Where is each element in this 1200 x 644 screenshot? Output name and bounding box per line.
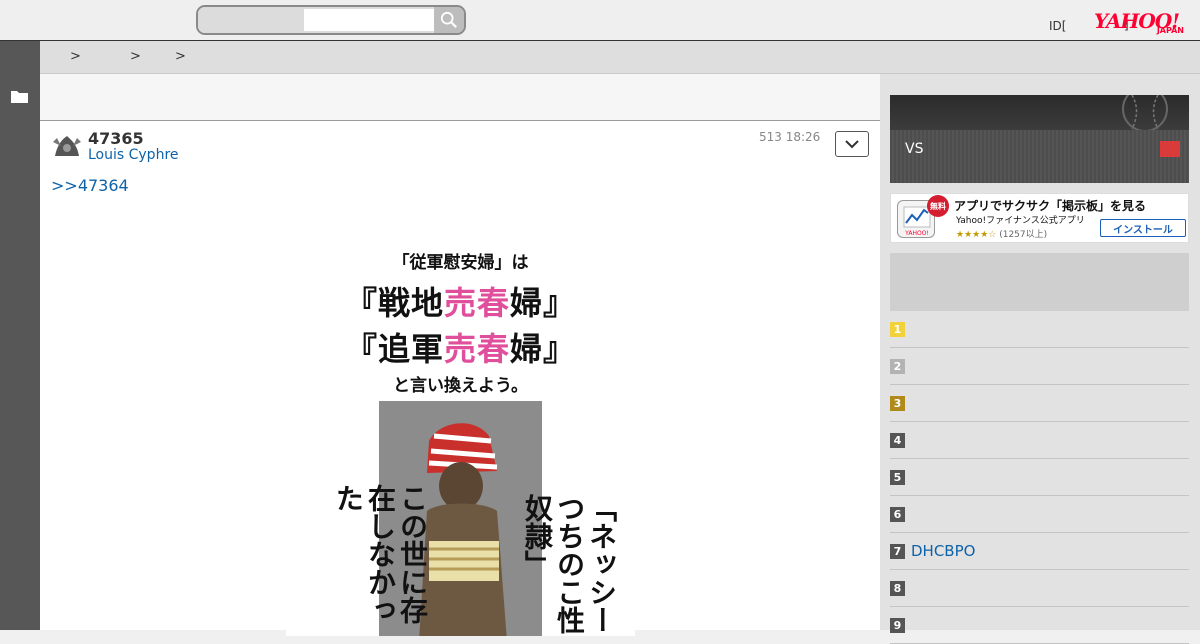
- avatar[interactable]: [51, 130, 83, 162]
- ranking-item[interactable]: 5: [890, 459, 1189, 496]
- free-badge: 無料: [927, 195, 949, 217]
- app-rating: ★★★★☆ (1257以上): [956, 227, 1047, 240]
- poster-text: 『追軍: [344, 330, 444, 368]
- rank-number: 8: [890, 581, 905, 596]
- game-banner[interactable]: VS: [890, 95, 1189, 183]
- ranking-item[interactable]: 3: [890, 385, 1189, 422]
- login-id-link[interactable]: ID[: [1049, 19, 1066, 33]
- folder-icon[interactable]: [11, 89, 28, 103]
- rating-count: (1257以上): [999, 230, 1048, 240]
- ranking-list: 1 2 3 4 5 6 7 DHCBPO 8 9: [890, 311, 1189, 644]
- breadcrumb-sep: >: [175, 49, 186, 64]
- rating-stars: ★★★★☆: [956, 230, 997, 240]
- app-ad-title: アプリでサクサク「掲示板」を見る: [954, 199, 1147, 213]
- poster-line-1: 「従軍慰安婦」は: [392, 253, 529, 273]
- rank-number: 1: [890, 322, 905, 337]
- top-header: ID[ ] YAHOO! JAPAN: [0, 0, 1200, 41]
- svg-text:YAHOO!: YAHOO!: [904, 230, 929, 237]
- post-image[interactable]: 「従軍慰安婦」は 『戦地売春婦』 『追軍売春婦』 と言い換えよう。 この世に存在…: [286, 236, 635, 636]
- team-flag-icon: [1160, 141, 1180, 157]
- ranking-item[interactable]: 7 DHCBPO: [890, 533, 1189, 570]
- matchup-vs: VS: [905, 141, 924, 157]
- poster-text: 婦』: [510, 284, 577, 322]
- post-username-link[interactable]: Louis Cyphre: [88, 147, 179, 163]
- breadcrumb-sep: >: [130, 49, 141, 64]
- post: 47365 Louis Cyphre 513 18:26 >>47364 「従軍…: [40, 121, 880, 636]
- rank-number: 3: [890, 396, 905, 411]
- poster-highlight: 売春: [443, 330, 510, 368]
- chevron-down-icon: [845, 140, 859, 149]
- ranking-item[interactable]: 2: [890, 348, 1189, 385]
- poster-line-3: 『追軍売春婦』: [286, 324, 635, 370]
- post-date: 513 18:26: [759, 130, 821, 144]
- poster-vertical-left: この世に存在しなかった: [332, 484, 429, 624]
- ranking-item[interactable]: 8: [890, 570, 1189, 607]
- app-ad-subtitle: Yahoo!ファイナンス公式アプリ: [956, 216, 1085, 226]
- poster-text: 『戦地: [344, 284, 444, 322]
- post-number: 47365: [88, 129, 144, 148]
- logo-subtext: JAPAN: [1156, 26, 1184, 35]
- search-box: [196, 5, 466, 35]
- breadcrumb: > > >: [40, 41, 1200, 74]
- ranking-item[interactable]: 6: [890, 496, 1189, 533]
- rank-number: 5: [890, 470, 905, 485]
- install-button[interactable]: インストール: [1100, 219, 1186, 237]
- reply-anchor-link[interactable]: >>47364: [51, 176, 129, 195]
- search-input[interactable]: [304, 9, 434, 31]
- rank-label[interactable]: DHCBPO: [911, 542, 975, 560]
- board-header: [40, 74, 880, 121]
- search-scope-select[interactable]: [198, 7, 304, 33]
- app-install-ad[interactable]: YAHOO! 無料 アプリでサクサク「掲示板」を見る Yahoo!ファイナンス公…: [890, 193, 1189, 243]
- post-menu-button[interactable]: [835, 131, 869, 157]
- rank-number: 2: [890, 359, 905, 374]
- yahoo-japan-logo[interactable]: YAHOO! JAPAN: [1094, 9, 1190, 37]
- poster-text: 婦』: [510, 330, 577, 368]
- rank-number: 7: [890, 544, 905, 559]
- ranking-item[interactable]: 9: [890, 607, 1189, 644]
- breadcrumb-sep: >: [70, 49, 81, 64]
- ranking-item[interactable]: 4: [890, 422, 1189, 459]
- search-button[interactable]: [434, 7, 464, 33]
- rank-number: 9: [890, 618, 905, 633]
- baseball-icon: [1122, 95, 1168, 131]
- main-content: 47365 Louis Cyphre 513 18:26 >>47364 「従軍…: [40, 74, 880, 636]
- ranking-item[interactable]: 1: [890, 311, 1189, 348]
- poster-vertical-right: 「ネッシーつちのこ性奴隷」: [521, 494, 618, 634]
- banner-stripe: [890, 130, 1189, 183]
- poster-line-2: 『戦地売春婦』: [286, 278, 635, 324]
- right-sidebar: VS YAHOO! 無料 アプリでサクサク「掲示板」を見る Yahoo!ファイナ…: [880, 74, 1200, 644]
- ranking-header: [890, 253, 1189, 311]
- left-sidebar: [0, 41, 40, 630]
- search-icon: [440, 11, 457, 28]
- rank-number: 6: [890, 507, 905, 522]
- rank-number: 4: [890, 433, 905, 448]
- poster-highlight: 売春: [443, 284, 510, 322]
- poster-line-4: と言い換えよう。: [393, 376, 528, 396]
